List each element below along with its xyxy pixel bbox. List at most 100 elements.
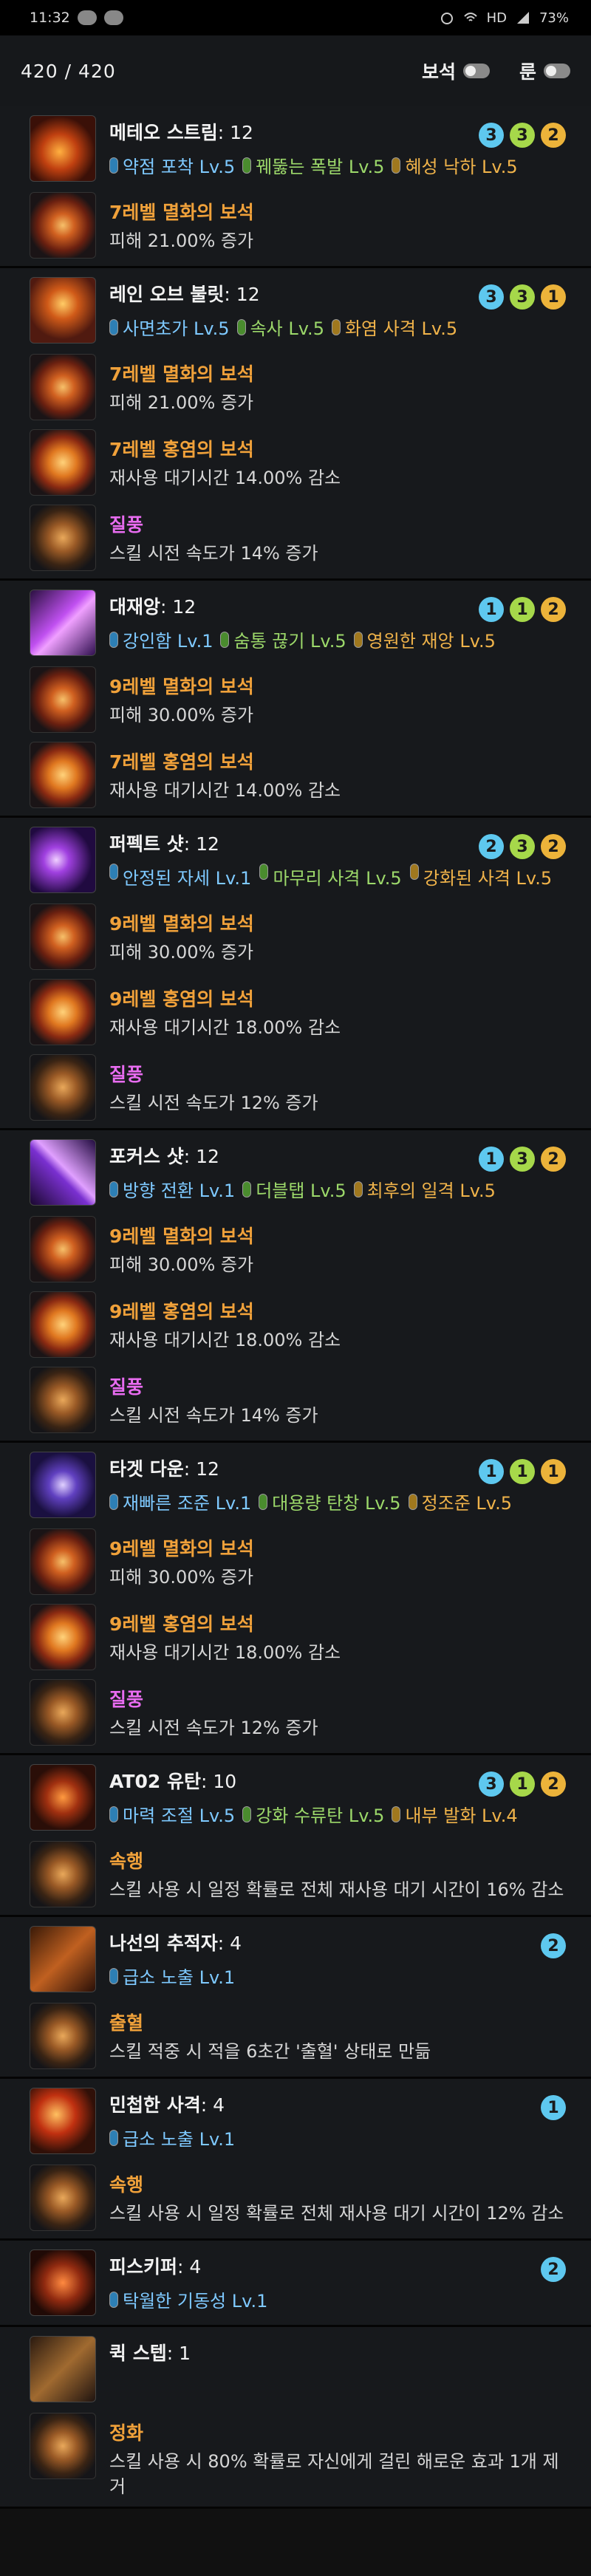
tripod-item[interactable]: 재빠른 조준 Lv.1 (109, 1489, 251, 1514)
gem-row[interactable]: 9레벨 멸화의 보석 피해 30.00% 증가 (30, 1216, 570, 1282)
skill-name: 퀵 스텝: 1 (109, 2343, 191, 2364)
tripod-icon (353, 1181, 363, 1198)
alarm-icon (440, 13, 453, 24)
tripod-item[interactable]: 급소 노출 Lv.1 (109, 2125, 235, 2150)
skill-card[interactable]: 나선의 추적자: 4 급소 노출 Lv.1 2 출혈 스킬 적중 시 적을 6초간 '출… (0, 1917, 591, 2079)
rain-of-bullets-skill-icon[interactable] (30, 277, 96, 344)
rune-toggle[interactable]: 룬 (519, 58, 570, 84)
rune-icon (30, 2413, 96, 2479)
tripod-item[interactable]: 더블탭 Lv.5 (242, 1176, 346, 1202)
tripod-item[interactable]: 영원한 재앙 Lv.5 (353, 626, 496, 652)
meteor-skill-icon[interactable] (30, 115, 96, 182)
rune-name: 출혈 (109, 2012, 144, 2034)
skill-card[interactable]: 대재앙: 12 강인함 Lv.1 숨통 끊기 Lv.5 영원한 재앙 Lv.5 1 1 2 9… (0, 581, 591, 818)
tripod-item[interactable]: 속사 Lv.5 (236, 314, 324, 340)
tripod-item[interactable]: 약점 포착 Lv.5 (109, 152, 235, 178)
rune-row[interactable]: 출혈 스킬 적중 시 적을 6초간 '출혈' 상태로 만듦 (30, 2003, 570, 2069)
catastrophe-skill-icon[interactable] (30, 590, 96, 656)
gem-toggle-switch[interactable] (462, 64, 490, 78)
skill-name: 민첩한 사격: 4 (109, 2094, 225, 2116)
tripod-item[interactable]: 마력 조절 Lv.5 (109, 1801, 235, 1827)
tripod-icon (109, 2129, 118, 2146)
tripod-item[interactable]: 화염 사격 Lv.5 (331, 314, 457, 340)
tripod-item[interactable]: 정조준 Lv.5 (408, 1489, 512, 1514)
tripod-item[interactable]: 방향 전환 Lv.1 (109, 1176, 235, 1202)
tripod-item[interactable]: 사면초가 Lv.5 (109, 314, 230, 340)
tripod-item[interactable]: 내부 발화 Lv.4 (392, 1801, 518, 1827)
tripod-item[interactable]: 강인함 Lv.1 (109, 626, 213, 652)
tripod-item[interactable]: 마무리 사격 Lv.5 (259, 864, 402, 889)
peacekeeper-skill-icon[interactable] (30, 2249, 96, 2316)
quick-step-skill-icon[interactable] (30, 2336, 96, 2402)
tripod-icon (109, 864, 118, 880)
rune-row[interactable]: 질풍 스킬 시전 속도가 14% 증가 (30, 505, 570, 571)
effect-description: 스킬 시전 속도가 14% 증가 (109, 1405, 318, 1426)
gem-row[interactable]: 9레벨 멸화의 보석 피해 30.00% 증가 (30, 1528, 570, 1595)
target-down-skill-icon[interactable] (30, 1452, 96, 1518)
tripod-item[interactable]: 탁월한 기동성 Lv.1 (109, 2286, 267, 2312)
effect-description: 스킬 사용 시 일정 확률로 전체 재사용 대기 시간이 12% 감소 (109, 2203, 564, 2224)
skill-card[interactable]: 레인 오브 불릿: 12 사면초가 Lv.5 속사 Lv.5 화염 사격 Lv.5 3 3… (0, 268, 591, 581)
rune-name: 질풍 (109, 1064, 144, 1085)
rune-row[interactable]: 질풍 스킬 시전 속도가 12% 증가 (30, 1679, 570, 1746)
gem-toggle-label: 보석 (421, 61, 456, 83)
tripod-item[interactable]: 급소 노출 Lv.1 (109, 1963, 235, 1989)
skill-card[interactable]: 퀵 스텝: 1 정화 스킬 사용 시 80% 확률로 자신에게 걸린 해로운 효과 … (0, 2327, 591, 2510)
gem-row[interactable]: 9레벨 멸화의 보석 피해 30.00% 증가 (30, 666, 570, 733)
gem-row[interactable]: 7레벨 멸화의 보석 피해 21.00% 증가 (30, 354, 570, 420)
skill-card[interactable]: AT02 유탄: 10 마력 조절 Lv.5 강화 수류탄 Lv.5 내부 발화 Lv… (0, 1755, 591, 1917)
tier-badge: 2 (541, 1147, 566, 1172)
rune-name: 속행 (109, 1851, 144, 1872)
rune-row[interactable]: 속행스킬 사용 시 일정 확률로 전체 재사용 대기 시간이 16% 감소 (30, 1841, 570, 1907)
skill-points-bar: 420 / 420 보석 룬 (0, 35, 591, 106)
tier-badge: 1 (479, 1147, 504, 1172)
effect-description: 재사용 대기시간 14.00% 감소 (109, 780, 341, 801)
gem-name: 7레벨 홍염의 보석 (109, 439, 254, 460)
rune-toggle-switch[interactable] (544, 64, 570, 78)
tier-badge: 2 (541, 597, 566, 622)
tier-badge: 1 (541, 2095, 566, 2120)
skill-card[interactable]: 퍼펙트 샷: 12 안정된 자세 Lv.1 마무리 사격 Lv.5 강화된 사격 Lv… (0, 818, 591, 1130)
tripod-item[interactable]: 대용량 탄창 Lv.5 (259, 1489, 401, 1514)
gem-row[interactable]: 9레벨 홍염의 보석 재사용 대기시간 18.00% 감소 (30, 1604, 570, 1670)
tripod-item[interactable]: 최후의 일격 Lv.5 (353, 1176, 496, 1202)
tripod-item[interactable]: 혜성 낙하 Lv.5 (392, 152, 518, 178)
spiral-tracker-skill-icon[interactable] (30, 1926, 96, 1992)
skill-card[interactable]: 민첩한 사격: 4 급소 노출 Lv.1 1 속행 스킬 사용 시 일정 확률로 전체 … (0, 2079, 591, 2241)
tripod-item[interactable]: 안정된 자세 Lv.1 (109, 864, 252, 889)
rune-row[interactable]: 속행 스킬 사용 시 일정 확률로 전체 재사용 대기 시간이 12% 감소 (30, 2165, 570, 2231)
gem-toggle[interactable]: 보석 (422, 58, 490, 84)
tripod-icon (408, 1493, 417, 1510)
gem-icon (30, 979, 96, 1045)
tier-badge: 1 (479, 597, 504, 622)
gem-name: 9레벨 멸화의 보석 (109, 1538, 254, 1559)
tripod-item[interactable]: 강화 수류탄 Lv.5 (242, 1801, 384, 1827)
rune-row[interactable]: 질풍 스킬 시전 속도가 12% 증가 (30, 1054, 570, 1121)
rune-row[interactable]: 질풍 스킬 시전 속도가 14% 증가 (30, 1367, 570, 1433)
skill-card[interactable]: 타겟 다운: 12 재빠른 조준 Lv.1 대용량 탄창 Lv.5 정조준 Lv.5 1… (0, 1443, 591, 1755)
tier-badge: 3 (510, 123, 535, 148)
agile-shot-skill-icon[interactable] (30, 2088, 96, 2154)
skill-card[interactable]: 피스키퍼: 4 탁월한 기동성 Lv.1 2 (0, 2241, 591, 2327)
tripod-tier-badges: 112 (479, 597, 566, 622)
tripod-item[interactable]: 숨통 끊기 Lv.5 (220, 626, 346, 652)
focus-shot-skill-icon[interactable] (30, 1139, 96, 1206)
skill-card[interactable]: 메테오 스트림: 12 약점 포착 Lv.5 꿰뚫는 폭발 Lv.5 혜성 낙하 Lv… (0, 106, 591, 268)
perfect-shot-skill-icon[interactable] (30, 827, 96, 893)
rune-row[interactable]: 정화 스킬 사용 시 80% 확률로 자신에게 걸린 해로운 효과 1개 제거 (30, 2413, 570, 2499)
skill-name: 나선의 추적자: 4 (109, 1933, 242, 1954)
gem-row[interactable]: 9레벨 홍염의 보석 재사용 대기시간 18.00% 감소 (30, 979, 570, 1045)
gem-row[interactable]: 7레벨 홍염의 보석 재사용 대기시간 14.00% 감소 (30, 429, 570, 496)
effect-description: 스킬 사용 시 일정 확률로 전체 재사용 대기 시간이 16% 감소 (109, 1879, 564, 1900)
skill-card[interactable]: 포커스 샷: 12 방향 전환 Lv.1 더블탭 Lv.5 최후의 일격 Lv.5 1 3… (0, 1130, 591, 1443)
tier-badge: 3 (479, 123, 504, 148)
tripod-item[interactable]: 강화된 사격 Lv.5 (409, 864, 553, 889)
at02-grenade-skill-icon[interactable] (30, 1764, 96, 1831)
gem-row[interactable]: 7레벨 멸화의 보석 피해 21.00% 증가 (30, 192, 570, 259)
gem-row[interactable]: 7레벨 홍염의 보석 재사용 대기시간 14.00% 감소 (30, 742, 570, 808)
tripod-item[interactable]: 꿰뚫는 폭발 Lv.5 (242, 152, 384, 178)
gem-row[interactable]: 9레벨 멸화의 보석 피해 30.00% 증가 (30, 903, 570, 970)
tripod-tier-badges: 111 (479, 1459, 566, 1484)
gem-row[interactable]: 9레벨 홍염의 보석 재사용 대기시간 18.00% 감소 (30, 1291, 570, 1358)
tripod-icon (109, 1493, 118, 1510)
